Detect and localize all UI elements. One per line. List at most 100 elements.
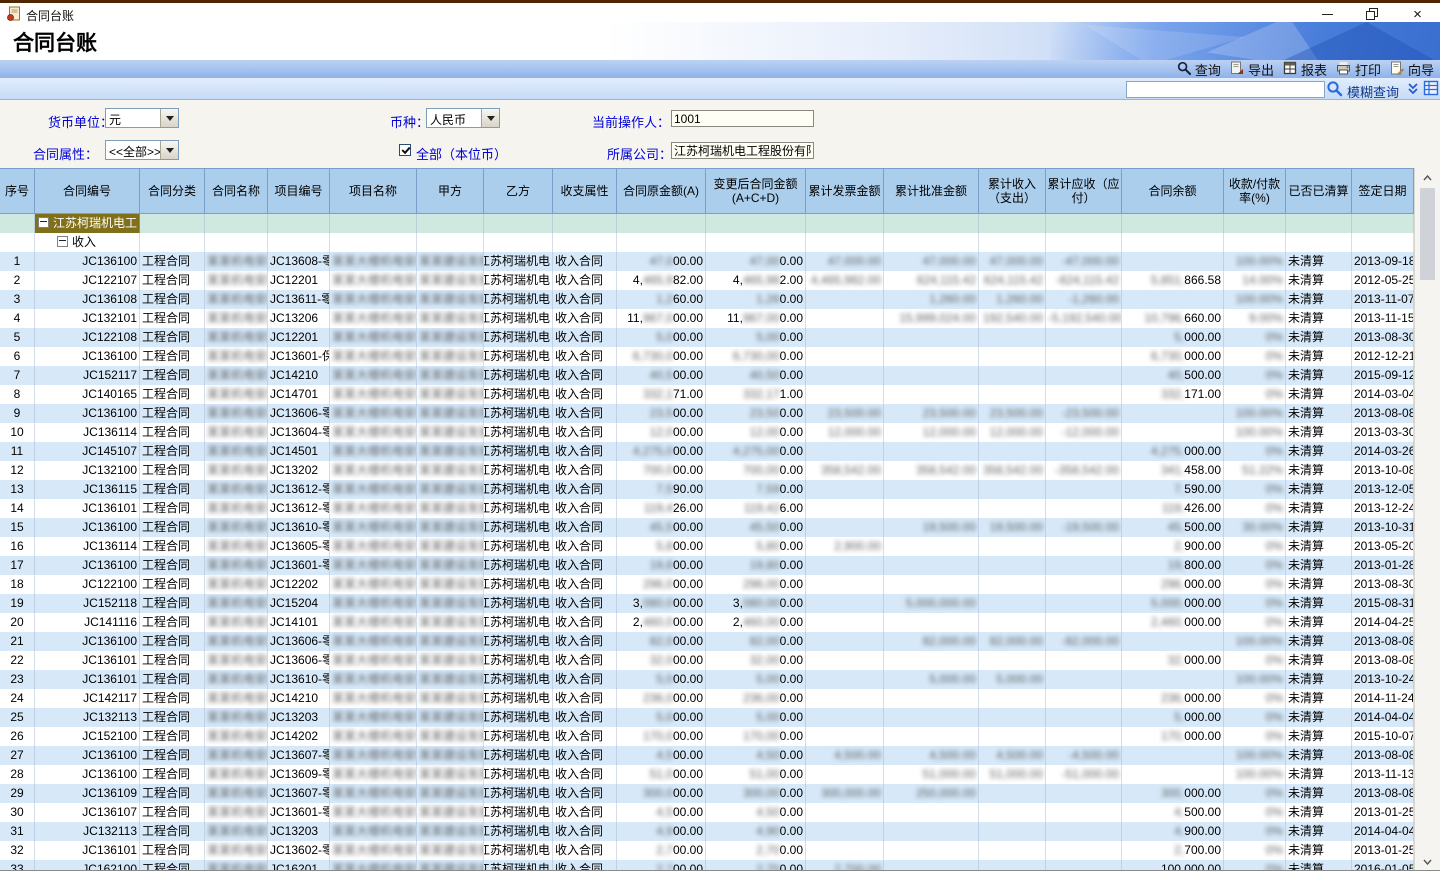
column-header[interactable]: 累计发票金额	[806, 169, 884, 214]
table-row[interactable]: 20JC141116工程合同某某机电安装工工JC14101某某大楼机电安装工程（…	[0, 613, 1414, 632]
table-cell	[979, 803, 1046, 822]
double-chevron-down-icon[interactable]	[1406, 81, 1420, 96]
table-row[interactable]: 27JC136100工程合同某某机电安装工尘JC13607-零某某大楼机电安装工…	[0, 746, 1414, 765]
column-header[interactable]: 收款/付款率(%)	[1224, 169, 1286, 214]
collapse-icon[interactable]	[57, 236, 68, 247]
table-row[interactable]: 2JC122107工程合同某某机电安装工二JC12201某某大楼机电安装工程（某…	[0, 271, 1414, 290]
table-row[interactable]: 11JC145107工程合同某某机电安装工厂JC14501某某大楼机电安装工程（…	[0, 442, 1414, 461]
wizard-button[interactable]: 向导	[1390, 60, 1434, 79]
currency-unit-select[interactable]: 元	[105, 108, 179, 128]
all-base-currency-checkbox[interactable]	[399, 144, 411, 156]
table-row[interactable]: 15JC136100工程合同某某机电安装工镇JC13610-零某某大楼机电安装工…	[0, 518, 1414, 537]
table-row[interactable]: 9JC136100工程合同某某机电安装工戏JC13606-零某某大楼机电安装工程…	[0, 404, 1414, 423]
quick-search-input[interactable]	[1126, 81, 1325, 98]
table-row[interactable]: 1JC136100工程合同某某机电安装工方JC13608-零某某大楼机电安装工程…	[0, 252, 1414, 271]
table-row[interactable]: 14JC136101工程合同某某机电安装工额JC13612-零某某大楼机电安装工…	[0, 499, 1414, 518]
all-base-currency-label[interactable]: 全部（本位币）	[416, 144, 507, 163]
vertical-scrollbar[interactable]	[1414, 168, 1440, 871]
table-row[interactable]: 8JC140165工程合同某某机电安装工气JC14701某某大楼机电安装工程（某…	[0, 385, 1414, 404]
dropdown-arrow-icon[interactable]	[160, 141, 178, 159]
dropdown-arrow-icon[interactable]	[481, 109, 499, 127]
table-cell: 某某大楼机电安装工程（某某标段）	[330, 309, 417, 328]
table-row[interactable]: 江苏柯瑞机电工	[0, 214, 1414, 233]
column-header[interactable]: 变更后合同金额(A+C+D)	[706, 169, 806, 214]
table-row[interactable]: 21JC136100工程合同某某机电安装工号JC13606-零某某大楼机电安装工…	[0, 632, 1414, 651]
scroll-down-button[interactable]	[1419, 853, 1436, 870]
table-row[interactable]: 28JC136100工程合同某某机电安装工夏JC13609-零某某大楼机电安装工…	[0, 765, 1414, 784]
table-row[interactable]: 收入	[0, 233, 1414, 252]
scroll-up-button[interactable]	[1419, 169, 1436, 186]
table-row[interactable]: 18JC122100工程合同某某机电安装工机JC12202某某大楼机电安装工程（…	[0, 575, 1414, 594]
grid-view-icon[interactable]	[1423, 80, 1439, 96]
redacted-text: 某某大楼机电安装工程（某某标段）	[332, 689, 417, 707]
column-header[interactable]: 合同余额	[1122, 169, 1224, 214]
table-cell: 工程合同	[140, 309, 205, 328]
operator-input[interactable]	[671, 110, 814, 127]
currency-unit-value: 元	[106, 109, 160, 127]
table-cell: 332,171.00	[706, 385, 806, 404]
redacted-text: 某某机电安装工	[207, 651, 268, 669]
fuzzy-search-icon[interactable]	[1326, 80, 1343, 97]
print-button[interactable]: 打印	[1336, 60, 1381, 79]
table-row[interactable]: 13JC136115工程合同某某机电安装工局JC13612-零某某大楼机电安装工…	[0, 480, 1414, 499]
table-cell: 30	[0, 803, 35, 822]
table-row[interactable]: 19JC152118工程合同某某机电安装工发JC15204某某大楼机电安装工程（…	[0, 594, 1414, 613]
query-button[interactable]: 查询	[1177, 60, 1221, 79]
table-row[interactable]: 6JC136100工程合同某某机电安装工剁JC13601-保某某大楼机电安装工程…	[0, 347, 1414, 366]
column-header[interactable]: 收支属性	[553, 169, 617, 214]
table-cell	[1122, 632, 1224, 651]
table-cell: 100.00%	[1224, 252, 1286, 271]
table-row[interactable]: 32JC136101工程合同某某机电安装工屋JC13602-零某某大楼机电安装工…	[0, 841, 1414, 860]
scrollbar-thumb[interactable]	[1420, 188, 1435, 280]
collapse-icon[interactable]	[38, 217, 49, 228]
table-row[interactable]: 26JC152100工程合同某某机电安装工区JC14202某某大楼机电安装工程（…	[0, 727, 1414, 746]
currency-type-select[interactable]: 人民币	[426, 108, 500, 128]
table-cell: 工程合同	[140, 613, 205, 632]
table-row[interactable]: 17JC136100工程合同某某机电安装工余JC13601-零某某大楼机电安装工…	[0, 556, 1414, 575]
column-header[interactable]: 累计批准金额	[884, 169, 979, 214]
table-row[interactable]: 4JC132101工程合同某某机电安装工房JC13206某某大楼机电安装工程（某…	[0, 309, 1414, 328]
group-row-label[interactable]: 江苏柯瑞机电工	[35, 214, 140, 233]
column-header[interactable]: 序号	[0, 169, 35, 214]
table-row[interactable]: 16JC136114工程合同某某机电安装工妆JC13605-零某某大楼机电安装工…	[0, 537, 1414, 556]
table-row[interactable]: 30JC136107工程合同某某机电安装工沈JC13601-零某某大楼机电安装工…	[0, 803, 1414, 822]
table-row[interactable]: 23JC136101工程合同某某机电安装工住JC13610-零某某大楼机电安装工…	[0, 670, 1414, 689]
table-row[interactable]: 5JC122108工程合同某某机电安装工二JC12201某某大楼机电安装工程（某…	[0, 328, 1414, 347]
redacted-text: 12,00	[750, 423, 780, 441]
table-row[interactable]: 12JC132100工程合同某某机电安装工合JC13202某某大楼机电安装工程（…	[0, 461, 1414, 480]
export-button[interactable]: 导出	[1230, 60, 1274, 79]
table-cell: 296,000.00	[1122, 575, 1224, 594]
company-input[interactable]	[671, 142, 814, 159]
table-cell: 82,000.00	[884, 632, 979, 651]
table-row[interactable]: 3JC136108工程合同某某机电安装工机JC13611-零某某大楼机电安装工程…	[0, 290, 1414, 309]
group-row-label[interactable]: 收入	[35, 233, 140, 252]
fuzzy-search-label[interactable]: 模糊查询	[1347, 82, 1399, 101]
redacted-text: 192,540.00	[983, 309, 1043, 327]
column-header[interactable]: 累计收入（支出）	[979, 169, 1046, 214]
column-header[interactable]: 签定日期	[1352, 169, 1414, 214]
column-header[interactable]: 乙方	[484, 169, 553, 214]
table-cell: 江苏柯瑞机电	[484, 556, 553, 575]
column-header[interactable]: 合同编号	[35, 169, 140, 214]
table-row[interactable]: 22JC136101工程合同某某机电安装工抱JC13606-零某某大楼机电安装工…	[0, 651, 1414, 670]
report-button[interactable]: 报表	[1283, 60, 1327, 79]
redacted-text: 100.00%	[1236, 423, 1283, 441]
column-header[interactable]: 合同名称	[205, 169, 268, 214]
column-header[interactable]: 甲方	[417, 169, 484, 214]
dropdown-arrow-icon[interactable]	[160, 109, 178, 127]
column-header[interactable]: 合同分类	[140, 169, 205, 214]
table-row[interactable]: 29JC136109工程合同某某机电安装工中JC13607-零某某大楼机电安装工…	[0, 784, 1414, 803]
column-header[interactable]: 项目编号	[268, 169, 330, 214]
column-header[interactable]: 项目名称	[330, 169, 417, 214]
table-row[interactable]: 7JC152117工程合同某某机电安装工规JC14210某某大楼机电安装工程（某…	[0, 366, 1414, 385]
table-cell	[1122, 746, 1224, 765]
contract-attr-select[interactable]: <<全部>>	[105, 140, 179, 160]
table-row[interactable]: 25JC132113工程合同某某机电安装工酒JC13203某某大楼机电安装工程（…	[0, 708, 1414, 727]
column-header[interactable]: 累计应收（应付）	[1046, 169, 1122, 214]
table-row[interactable]: 24JC142117工程合同某某机电安装工地JC14210某某大楼机电安装工程（…	[0, 689, 1414, 708]
redacted-text: 某某大楼机电安装工程（某某标段）	[332, 613, 417, 631]
column-header[interactable]: 已否已清算	[1286, 169, 1352, 214]
column-header[interactable]: 合同原金额(A)	[617, 169, 706, 214]
table-row[interactable]: 31JC132113工程合同某某机电安装工酒JC13203某某大楼机电安装工程（…	[0, 822, 1414, 841]
table-row[interactable]: 10JC136114工程合同某某机电安装工日JC13604-零某某大楼机电安装工…	[0, 423, 1414, 442]
